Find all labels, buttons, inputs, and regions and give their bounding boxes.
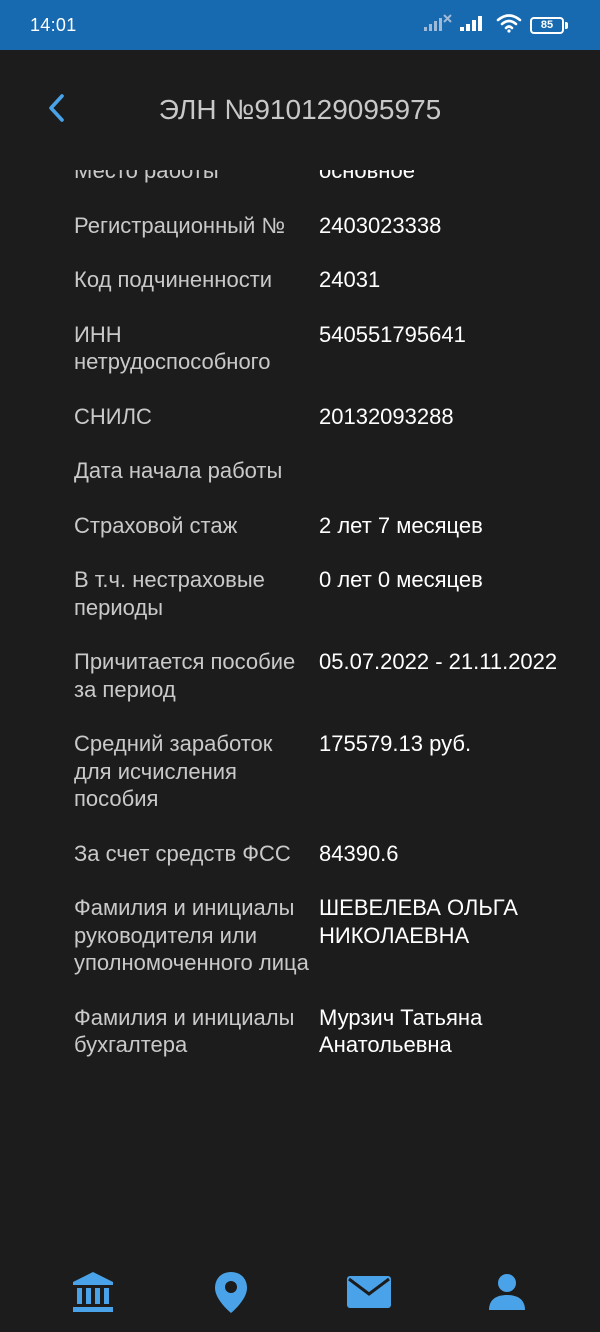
field-label: Средний заработок для исчисления пособия xyxy=(74,731,273,811)
details-scroll-area[interactable]: Место работы основное Регистрационный № 240… xyxy=(0,170,600,1256)
field-label: В т.ч. нестраховые периоды xyxy=(74,567,265,620)
field-value: 2 лет 7 месяцев xyxy=(319,512,483,538)
field-value: 175579.13 руб. xyxy=(319,731,472,756)
nav-profile-button[interactable] xyxy=(477,1264,537,1324)
field-row: Фамилия и инициалы руководителя или упол… xyxy=(0,894,600,977)
field-label: Регистрационный № xyxy=(74,212,286,238)
field-label: Фамилия и инициалы руководителя или упол… xyxy=(74,895,309,975)
nav-bank-button[interactable] xyxy=(63,1264,123,1324)
field-label: За счет средств ФСС xyxy=(74,840,291,866)
field-value: основное xyxy=(319,170,415,183)
field-value xyxy=(319,457,560,485)
field-row: Место работы основное xyxy=(0,170,600,185)
field-value: 84390.6 xyxy=(319,840,399,866)
status-bar: 14:01 85 xyxy=(0,0,600,50)
field-row: За счет средств ФСС 84390.6 xyxy=(0,840,600,868)
bank-icon xyxy=(71,1270,115,1319)
field-label: ИНН нетрудоспособного xyxy=(74,321,271,375)
field-row: Регистрационный № 2403023338 xyxy=(0,212,600,240)
user-icon xyxy=(487,1272,527,1317)
nav-location-button[interactable] xyxy=(201,1264,261,1324)
field-value: 0 лет 0 месяцев xyxy=(319,567,483,592)
field-row: ИНН нетрудоспособного 540551795641 xyxy=(0,321,600,376)
field-label: Фамилия и инициалы бухгалтера xyxy=(74,1004,295,1058)
field-label: Место работы xyxy=(74,170,219,183)
field-label: Код подчиненности xyxy=(74,267,273,292)
field-value: 20132093288 xyxy=(319,403,454,429)
field-row: Дата начала работы xyxy=(0,457,600,485)
field-label: Дата начала работы xyxy=(74,458,283,483)
field-value: 2403023338 xyxy=(319,212,442,238)
nav-mail-button[interactable] xyxy=(339,1264,399,1324)
wifi-icon xyxy=(496,13,522,38)
field-row: Фамилия и инициалы бухгалтера Мурзич Тать… xyxy=(0,1004,600,1059)
battery-icon: 85 xyxy=(530,16,568,34)
field-value: Мурзич Татьяна Анатольевна xyxy=(319,1004,483,1058)
field-value: 540551795641 xyxy=(319,321,466,347)
field-label: СНИЛС xyxy=(74,403,152,429)
mail-icon xyxy=(346,1274,392,1315)
field-row: Средний заработок для исчисления пособия… xyxy=(0,730,600,813)
field-value: 05.07.2022 - 21.11.2022 xyxy=(319,649,558,674)
page-title: ЭЛН №910129095975 xyxy=(158,94,442,125)
field-row: СНИЛС 20132093288 xyxy=(0,403,600,431)
location-pin-icon xyxy=(213,1270,249,1319)
field-row: В т.ч. нестраховые периоды 0 лет 0 месяце… xyxy=(0,566,600,621)
field-row: Страховой стаж 2 лет 7 месяцев xyxy=(0,512,600,540)
bottom-nav xyxy=(0,1256,600,1332)
field-value: ШЕВЕЛЕВА ОЛЬГА НИКОЛАЕВНА xyxy=(319,895,518,948)
app-header: ЭЛН №910129095975 xyxy=(0,50,600,170)
field-label: Страховой стаж xyxy=(74,512,238,538)
field-label: Причитается пособие за период xyxy=(74,649,296,702)
field-row: Причитается пособие за период 05.07.2022 … xyxy=(0,648,600,703)
status-time: 14:01 xyxy=(30,14,77,35)
field-row: Код подчиненности 24031 xyxy=(0,266,600,294)
signal-icon xyxy=(460,14,488,37)
field-value: 24031 xyxy=(319,267,381,292)
field-list: Место работы основное Регистрационный № 240… xyxy=(0,170,600,1059)
signal-x-icon xyxy=(424,13,452,37)
status-icons: 85 xyxy=(424,13,568,38)
